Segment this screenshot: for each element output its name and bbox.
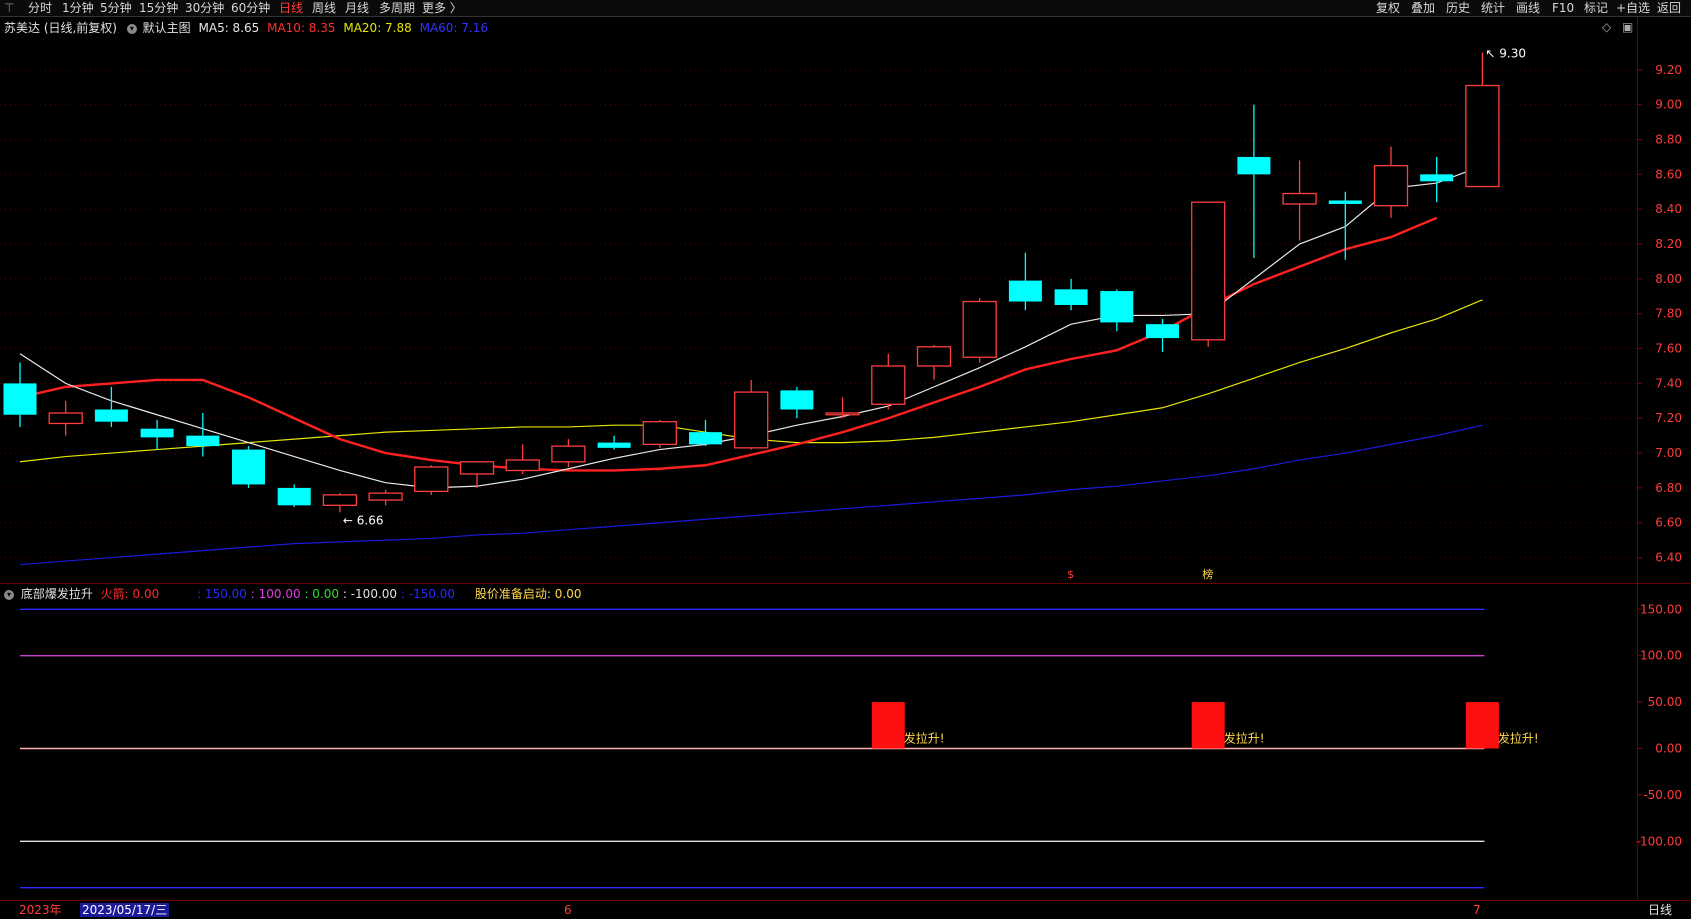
signal-label: 发拉升! xyxy=(1498,731,1539,746)
main-axis-tick-label: 9.00 xyxy=(1655,98,1682,112)
candle-body-up xyxy=(1191,201,1226,341)
candle-body-down xyxy=(1328,200,1362,204)
sub-axis-tick-label: -50.00 xyxy=(1643,788,1682,802)
sub-axis-tick-label: 50.00 xyxy=(1648,695,1682,709)
candle-body-up xyxy=(551,445,586,463)
main-axis-tick-label: 7.00 xyxy=(1655,446,1682,460)
main-axis-tick-label: 7.20 xyxy=(1655,411,1682,425)
candle-body-down xyxy=(1100,291,1134,323)
candle-body-up xyxy=(962,300,997,358)
period-label[interactable]: 日线 xyxy=(1648,903,1672,917)
date-axis-bar: 2023年 2023/05/17/三 6 7 日线 xyxy=(0,900,1691,919)
low-price-label: ← 6.66 xyxy=(343,513,384,527)
candle-body-up xyxy=(871,365,906,405)
month-label-7: 7 xyxy=(1473,903,1481,917)
main-axis-tick-label: 6.60 xyxy=(1655,516,1682,530)
event-marker-dollar: $ xyxy=(1067,568,1074,581)
candle-body-down xyxy=(1146,324,1179,339)
candle-body-down xyxy=(3,383,37,415)
candle-body-down xyxy=(689,432,722,445)
candle-body-up xyxy=(642,421,677,446)
candle-body-down xyxy=(94,409,128,422)
candle-body-down xyxy=(1008,280,1042,302)
candle-body-down xyxy=(140,428,174,438)
main-axis-tick-label: 8.80 xyxy=(1655,133,1682,147)
candle-body-down xyxy=(277,487,311,506)
sub-axis-tick-label: 150.00 xyxy=(1640,602,1682,616)
axis-divider xyxy=(1637,17,1638,900)
year-label: 2023年 xyxy=(19,903,62,917)
sub-axis-tick-label: 100.00 xyxy=(1640,649,1682,663)
main-axis-tick-label: 7.40 xyxy=(1655,376,1682,390)
candle-body-up xyxy=(322,494,358,506)
panel-divider[interactable] xyxy=(0,583,1691,584)
candle-body-up xyxy=(368,492,403,501)
main-axis-tick-label: 7.80 xyxy=(1655,307,1682,321)
main-axis-tick-label: 7.60 xyxy=(1655,342,1682,356)
main-axis-tick-label: 6.40 xyxy=(1655,551,1682,565)
main-axis-tick-label: 8.00 xyxy=(1655,272,1682,286)
sub-axis-tick-label: 0.00 xyxy=(1655,742,1682,756)
candle-body-down xyxy=(1054,289,1088,305)
candle-body-up xyxy=(48,412,83,425)
main-axis-tick-label: 6.80 xyxy=(1655,481,1682,495)
candle-body-down xyxy=(1237,156,1271,175)
sub-axis-tick-label: -100.00 xyxy=(1636,834,1682,848)
main-axis-tick-label: 8.20 xyxy=(1655,237,1682,251)
candle-body-down xyxy=(780,390,814,410)
candle-body-down xyxy=(1420,174,1454,182)
kline-chart[interactable]: 150.00 100.00 50.00 0.00 -50.00 -100.00 发拉升! 发拉… xyxy=(0,0,1691,918)
event-marker-list: 榜 xyxy=(1202,567,1213,581)
signal-bar xyxy=(871,702,905,749)
month-label-6: 6 xyxy=(564,903,572,917)
signal-label: 发拉升! xyxy=(1224,731,1265,746)
main-axis-tick-label: 8.60 xyxy=(1655,167,1682,181)
candle-body-up xyxy=(505,459,540,472)
candle-body-down xyxy=(232,449,265,485)
high-price-label: ↖ 9.30 xyxy=(1485,46,1526,60)
signal-label: 发拉升! xyxy=(904,731,945,746)
main-axis-tick-label: 9.20 xyxy=(1655,63,1682,77)
candle-body-up xyxy=(916,346,952,367)
cursor-date: 2023/05/17/三 xyxy=(80,903,170,917)
candle-body-down xyxy=(186,435,220,447)
candle-body-up xyxy=(1282,192,1317,205)
candle-body-up xyxy=(1373,164,1409,207)
candle-body-up xyxy=(414,466,449,493)
main-axis-tick-label: 8.40 xyxy=(1655,202,1682,216)
candle-body-down xyxy=(597,442,631,448)
signal-bar xyxy=(1465,702,1499,749)
candle-body-up xyxy=(459,461,495,475)
candle-body-up xyxy=(734,391,769,449)
candle-body-up xyxy=(1465,84,1500,188)
candle-body-up xyxy=(825,412,860,416)
signal-bar xyxy=(1191,702,1225,749)
